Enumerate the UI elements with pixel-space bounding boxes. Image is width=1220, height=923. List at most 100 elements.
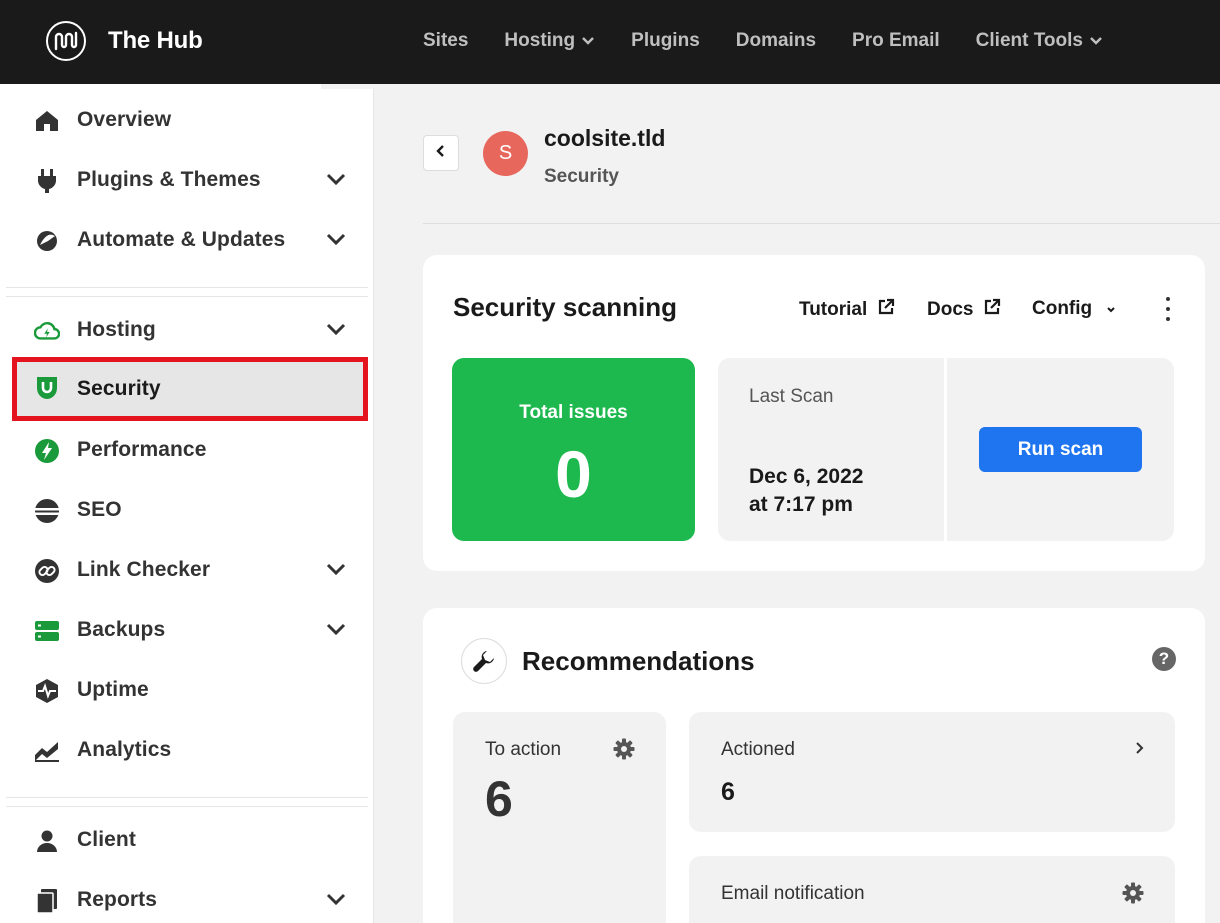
backups-icon xyxy=(34,618,60,644)
chevron-down-icon[interactable] xyxy=(326,232,346,251)
sidebar-item-label: Client xyxy=(77,828,136,851)
sidebar-item-link-checker[interactable]: Link Checker xyxy=(12,540,368,600)
total-issues-box: Total issues 0 xyxy=(452,358,695,541)
sidebar-item-seo[interactable]: SEO xyxy=(12,480,368,540)
to-action-label: To action xyxy=(485,739,562,760)
sidebar-item-security[interactable]: Security xyxy=(12,357,368,421)
nav-label: Pro Email xyxy=(852,30,940,51)
chevron-down-icon[interactable] xyxy=(326,892,346,911)
active-highlight xyxy=(17,362,363,416)
sidebar-item-reports[interactable]: Reports xyxy=(12,870,368,923)
tutorial-label: Tutorial xyxy=(799,299,868,320)
nav-plugins[interactable]: Plugins xyxy=(631,30,700,52)
chevron-left-icon xyxy=(436,144,446,162)
site-avatar: S xyxy=(483,131,528,176)
gear-icon[interactable] xyxy=(613,738,635,765)
sidebar-item-uptime[interactable]: Uptime xyxy=(12,660,368,720)
seo-icon xyxy=(34,498,60,524)
chevron-down-icon xyxy=(1089,30,1103,52)
sidebar-item-performance[interactable]: Performance xyxy=(12,420,368,480)
total-issues-count: 0 xyxy=(555,437,592,511)
scan-divider xyxy=(944,358,947,541)
to-action-count: 6 xyxy=(485,771,513,827)
more-options-icon[interactable] xyxy=(1161,297,1175,321)
plug-icon xyxy=(34,168,60,194)
nav-client-tools[interactable]: Client Tools xyxy=(976,30,1103,52)
help-icon[interactable]: ? xyxy=(1152,647,1176,671)
last-scan-date: Dec 6, 2022 xyxy=(749,465,864,488)
cloud-icon xyxy=(34,318,60,344)
sidebar-item-label: Performance xyxy=(77,438,207,461)
config-dropdown[interactable]: Config xyxy=(1032,298,1116,320)
sidebar: Overview Plugins & Themes Automate & Upd… xyxy=(0,84,374,923)
sidebar-item-overview[interactable]: Overview xyxy=(12,90,368,150)
email-notification-label: Email notification xyxy=(721,883,865,904)
nav-pro-email[interactable]: Pro Email xyxy=(852,30,940,52)
total-issues-label: Total issues xyxy=(519,402,628,423)
sidebar-item-analytics[interactable]: Analytics xyxy=(12,720,368,780)
sidebar-item-label: Backups xyxy=(77,618,166,641)
docs-link[interactable]: Docs xyxy=(927,298,1001,322)
gear-icon[interactable] xyxy=(1122,882,1144,909)
top-bar: The Hub Sites Hosting Plugins Domains Pr… xyxy=(0,0,1220,84)
nav-label: Client Tools xyxy=(975,30,1083,51)
external-link-icon xyxy=(877,298,895,322)
nav-label: Hosting xyxy=(504,30,576,51)
tutorial-link[interactable]: Tutorial xyxy=(799,298,895,322)
sidebar-item-client[interactable]: Client xyxy=(12,810,368,870)
email-notification-box: Email notification xyxy=(689,856,1175,923)
sidebar-item-backups[interactable]: Backups xyxy=(12,600,368,660)
docs-label: Docs xyxy=(927,299,974,320)
app-name: The Hub xyxy=(108,27,203,54)
nav-sites[interactable]: Sites xyxy=(423,30,468,52)
sidebar-item-label: Analytics xyxy=(77,738,172,761)
chevron-down-icon[interactable] xyxy=(326,622,346,641)
page-section: Security xyxy=(544,166,619,187)
back-button[interactable] xyxy=(423,135,459,171)
sidebar-item-label: Overview xyxy=(77,108,172,131)
sidebar-item-label: Hosting xyxy=(77,318,156,341)
nav-domains[interactable]: Domains xyxy=(736,30,816,52)
last-scan-label: Last Scan xyxy=(749,386,834,407)
sidebar-divider xyxy=(6,296,368,297)
run-scan-button[interactable]: Run scan xyxy=(979,427,1142,472)
chevron-down-icon xyxy=(1106,298,1116,320)
sidebar-item-hosting[interactable]: Hosting xyxy=(12,300,368,360)
sidebar-item-label: Security xyxy=(77,377,161,400)
external-link-icon xyxy=(983,298,1001,322)
sidebar-item-automate-updates[interactable]: Automate & Updates xyxy=(12,210,368,270)
recommendations-card: Recommendations ? To action 6 Actioned 6… xyxy=(423,608,1205,923)
chevron-down-icon[interactable] xyxy=(326,562,346,581)
sidebar-item-label: Uptime xyxy=(77,678,149,701)
sidebar-item-label: Automate & Updates xyxy=(77,228,286,251)
automate-icon xyxy=(34,228,60,254)
chevron-down-icon[interactable] xyxy=(326,322,346,341)
brand[interactable]: The Hub xyxy=(46,21,203,61)
analytics-icon xyxy=(34,738,60,764)
sidebar-notch xyxy=(321,84,374,89)
actioned-box[interactable]: Actioned 6 xyxy=(689,712,1175,832)
link-icon xyxy=(34,558,60,584)
last-scan-datetime: Dec 6, 2022 at 7:17 pm xyxy=(749,463,863,519)
actioned-count: 6 xyxy=(721,778,735,806)
security-scanning-card: Security scanning Tutorial Docs Config T… xyxy=(423,255,1205,571)
sidebar-divider xyxy=(6,797,368,798)
shield-icon xyxy=(34,375,60,401)
reports-icon xyxy=(34,888,60,914)
sidebar-item-label: SEO xyxy=(77,498,122,521)
top-nav: Sites Hosting Plugins Domains Pro Email … xyxy=(423,30,1139,52)
sidebar-item-plugins-themes[interactable]: Plugins & Themes xyxy=(12,150,368,210)
site-name: coolsite.tld xyxy=(544,125,666,151)
security-scanning-title: Security scanning xyxy=(453,292,677,322)
sidebar-divider xyxy=(6,287,368,288)
recommendations-title: Recommendations xyxy=(522,646,755,676)
last-scan-time: at 7:17 pm xyxy=(749,493,853,516)
user-icon xyxy=(34,828,60,854)
nav-label: Plugins xyxy=(631,30,700,51)
wrench-icon xyxy=(461,638,507,684)
actioned-label: Actioned xyxy=(721,739,795,760)
nav-hosting[interactable]: Hosting xyxy=(504,30,595,52)
last-scan-box: Last Scan Dec 6, 2022 at 7:17 pm Run sca… xyxy=(718,358,1174,541)
chevron-down-icon[interactable] xyxy=(326,172,346,191)
chevron-down-icon xyxy=(581,30,595,52)
